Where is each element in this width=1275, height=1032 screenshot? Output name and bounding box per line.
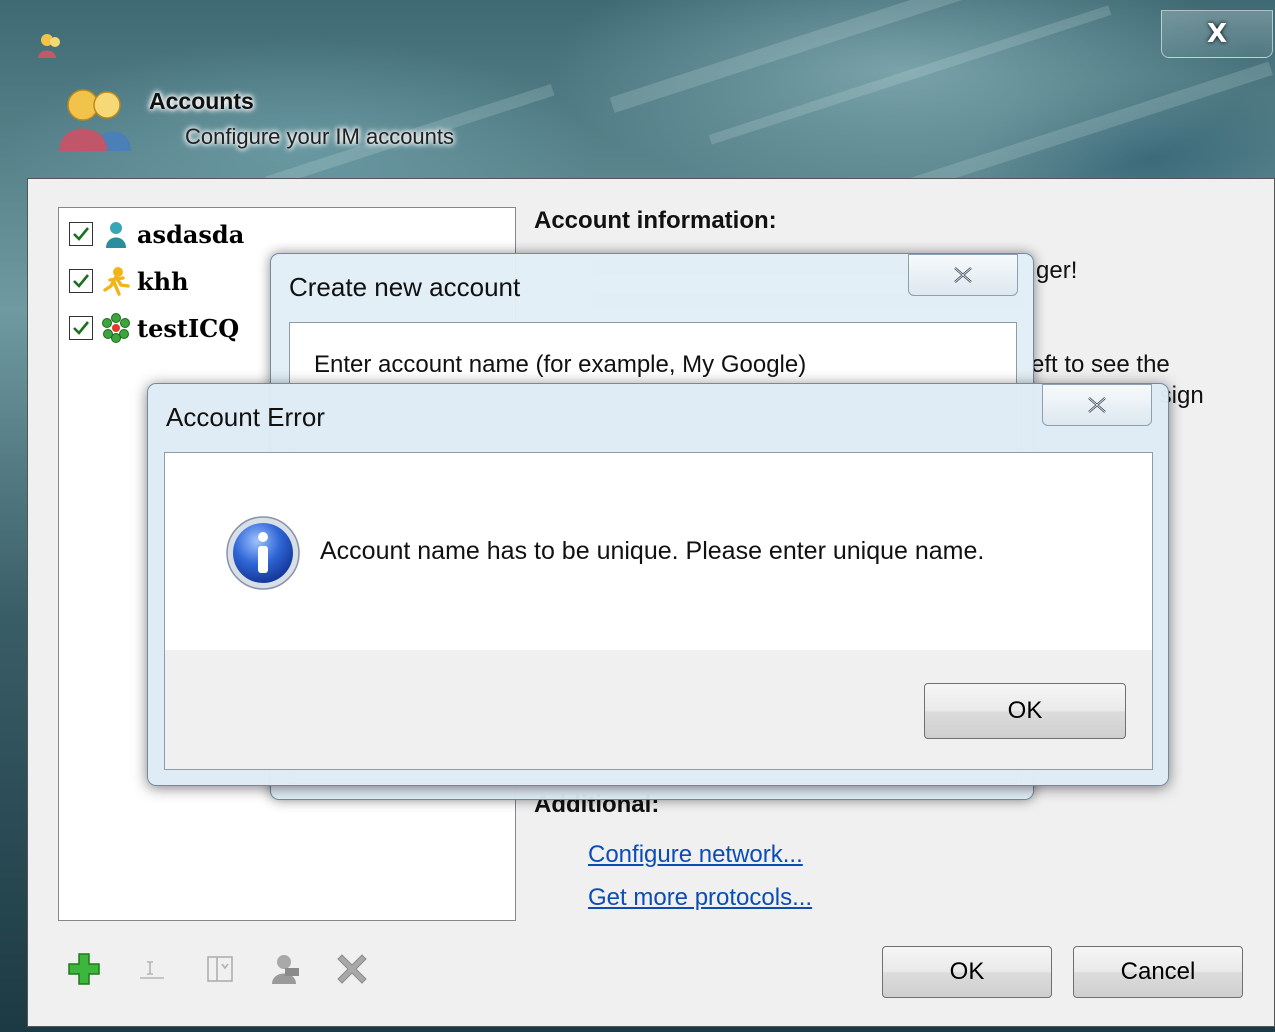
close-icon (954, 267, 972, 283)
user-icon (101, 219, 131, 249)
app-icon (35, 30, 67, 66)
checkmark-icon (73, 321, 90, 335)
delete-icon[interactable] (332, 949, 372, 989)
info-icon (225, 515, 301, 595)
checkmark-icon (73, 227, 90, 241)
account-error-dialog: Account Error Account name has to be uni… (147, 383, 1169, 786)
header-subtitle: Configure your IM accounts (185, 124, 455, 149)
icq-flower-icon (101, 313, 131, 343)
error-ok-button[interactable]: OK (924, 683, 1126, 739)
account-name: testICQ (137, 313, 240, 343)
close-icon (1088, 397, 1106, 413)
configure-network-link[interactable]: Configure network... (588, 841, 803, 869)
account-name-prompt: Enter account name (for example, My Goog… (314, 351, 807, 378)
dialog-footer: OK (165, 650, 1152, 769)
checkmark-icon (73, 274, 90, 288)
get-more-protocols-link[interactable]: Get more protocols... (588, 884, 812, 912)
list-item[interactable]: khh (69, 263, 189, 299)
account-info-title: Account information: (534, 207, 777, 234)
account-name: khh (137, 266, 189, 296)
dialog-body: Account name has to be unique. Please en… (164, 452, 1153, 770)
dialog-title: Account Error (166, 402, 325, 432)
list-item[interactable]: asdasda (69, 216, 244, 252)
window-close-button[interactable]: X (1161, 10, 1273, 58)
close-button[interactable] (908, 254, 1018, 296)
edit-icon[interactable] (200, 949, 240, 989)
cancel-button[interactable]: Cancel (1073, 946, 1243, 998)
dialog-title: Create new account (289, 272, 521, 302)
close-button[interactable] (1042, 384, 1152, 426)
account-name: asdasda (137, 219, 245, 249)
list-item[interactable]: testICQ (69, 310, 239, 346)
rename-icon[interactable] (132, 949, 172, 989)
error-message: Account name has to be unique. Please en… (320, 537, 985, 565)
account-checkbox[interactable] (69, 269, 93, 293)
accounts-icon (55, 85, 135, 159)
header-title: Accounts (149, 88, 254, 114)
aim-icon (101, 266, 131, 296)
ok-button[interactable]: OK (882, 946, 1052, 998)
account-checkbox[interactable] (69, 316, 93, 340)
info-text-fragment: eft to see the (1031, 351, 1170, 378)
account-checkbox[interactable] (69, 222, 93, 246)
add-icon[interactable] (64, 949, 104, 989)
options-icon[interactable] (266, 949, 306, 989)
info-text-fragment: ger! (1036, 257, 1078, 284)
